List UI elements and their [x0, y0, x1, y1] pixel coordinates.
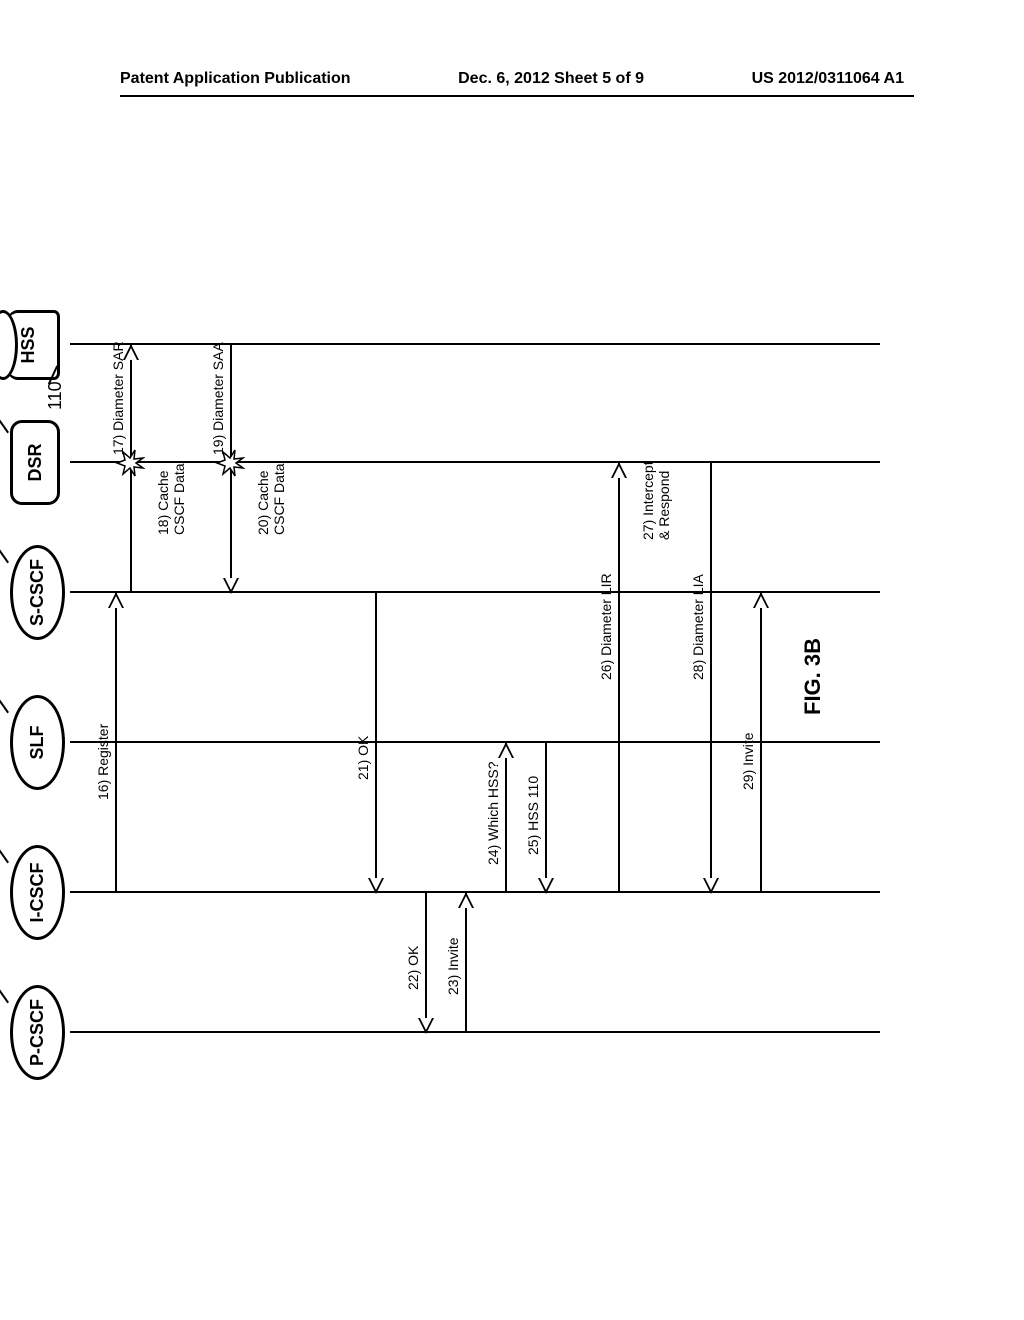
msg-22: 22) OK: [405, 946, 421, 990]
figure-label: FIG. 3B: [800, 638, 826, 715]
msg-18: 18) Cache CSCF Data: [155, 463, 187, 535]
lifeline-dsr: [70, 461, 880, 463]
entity-hss: HSS: [0, 310, 60, 380]
arrow-28: [710, 463, 712, 893]
star-icon-19: [215, 448, 245, 478]
entity-icscf: I-CSCF: [10, 845, 65, 940]
arrow-26: [618, 463, 620, 893]
dsr-shape: DSR: [10, 420, 60, 505]
msg-16: 16) Register: [95, 724, 111, 800]
lifeline-icscf: [70, 891, 880, 893]
icscf-label: I-CSCF: [27, 863, 48, 923]
lifeline-pcscf: [70, 1031, 880, 1033]
lifeline-slf: [70, 741, 880, 743]
msg-27: 27) Intercept & Respond: [640, 461, 672, 540]
entity-slf: SLF: [10, 695, 65, 790]
scscf-shape: S-CSCF: [10, 545, 65, 640]
hss-shape: HSS: [0, 310, 60, 380]
entity-scscf: S-CSCF: [10, 545, 65, 640]
msg-24: 24) Which HSS?: [485, 762, 501, 865]
icscf-shape: I-CSCF: [10, 845, 65, 940]
msg-19: 19) Diameter SAA: [210, 342, 226, 455]
arrow-16: [115, 593, 117, 893]
msg-26: 26) Diameter LIR: [598, 573, 614, 680]
ref-110: 110: [45, 381, 66, 410]
msg-17: 17) Diameter SAR: [110, 341, 126, 455]
arrow-22: [425, 893, 427, 1033]
header-right: US 2012/0311064 A1: [752, 70, 904, 88]
hss-label: HSS: [18, 327, 39, 364]
header-center: Dec. 6, 2012 Sheet 5 of 9: [458, 70, 644, 88]
header-divider: [120, 95, 914, 97]
arrow-23: [465, 893, 467, 1033]
msg-23: 23) Invite: [445, 937, 461, 995]
sequence-diagram: P-CSCF 114 I-CSCF 118 SLF 112 S-CSCF 116…: [10, 360, 880, 1080]
dsr-label: DSR: [25, 444, 46, 482]
pcscf-label: P-CSCF: [27, 999, 48, 1066]
arrow-25: [545, 743, 547, 893]
msg-21: 21) OK: [355, 736, 371, 780]
arrow-24: [505, 743, 507, 893]
msg-25: 25) HSS 110: [525, 776, 541, 855]
header-left: Patent Application Publication: [120, 70, 351, 88]
arrow-29: [760, 593, 762, 893]
pcscf-shape: P-CSCF: [10, 985, 65, 1080]
msg-20: 20) Cache CSCF Data: [255, 463, 287, 535]
slf-label: SLF: [27, 726, 48, 760]
page-header: Patent Application Publication Dec. 6, 2…: [0, 70, 1024, 88]
scscf-label: S-CSCF: [27, 559, 48, 626]
star-icon-17: [115, 448, 145, 478]
msg-29: 29) Invite: [740, 732, 756, 790]
msg-28: 28) Diameter LIA: [690, 574, 706, 680]
slf-shape: SLF: [10, 695, 65, 790]
lifeline-hss: [70, 343, 880, 345]
entity-dsr: DSR: [10, 420, 60, 505]
arrow-21: [375, 593, 377, 893]
entity-pcscf: P-CSCF: [10, 985, 65, 1080]
